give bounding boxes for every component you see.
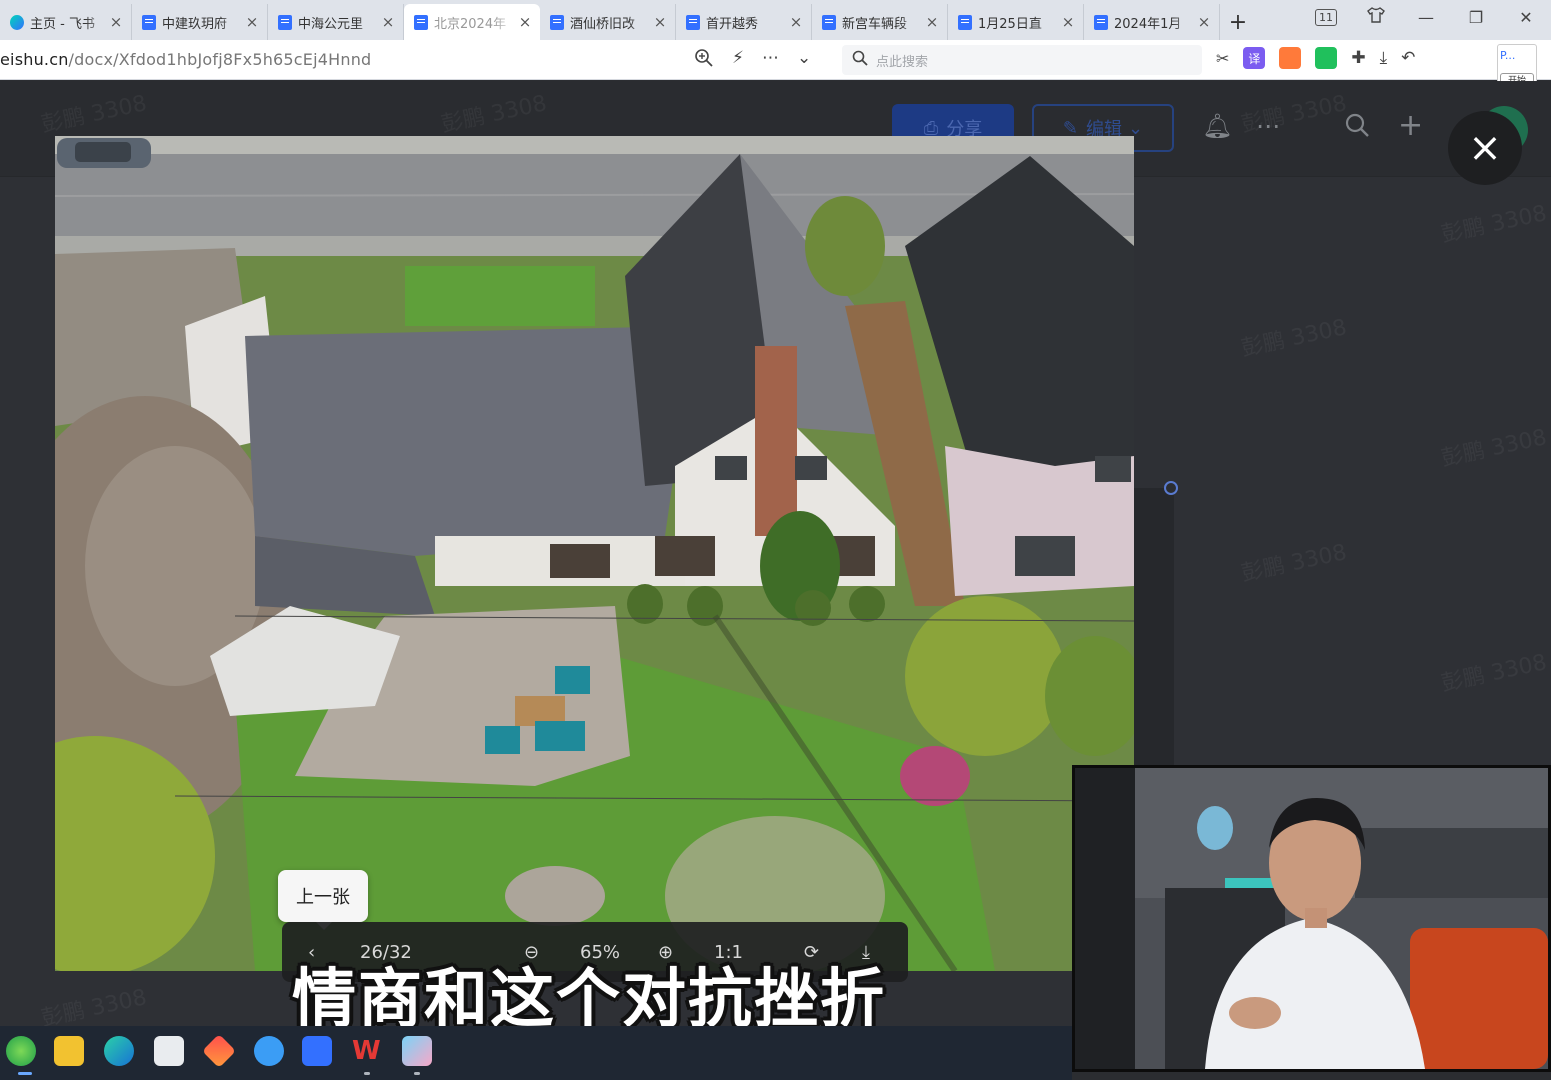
tab-title: 北京2024年 — [434, 16, 507, 32]
image-viewer-app-icon[interactable] — [402, 1036, 432, 1066]
download-icon[interactable]: ⤓ — [1380, 48, 1388, 68]
tab-title: 主页 - 飞书 — [30, 16, 95, 32]
running-indicator — [414, 1072, 420, 1075]
tab-title: 酒仙桥旧改 — [570, 16, 636, 32]
restore-icon[interactable]: ❐ — [1451, 8, 1501, 27]
chat-extension-icon[interactable] — [1315, 47, 1338, 69]
tab-close-icon[interactable]: × — [518, 15, 532, 30]
doc-icon — [414, 14, 428, 30]
more-icon[interactable]: ⋯ — [1256, 112, 1280, 140]
url-path: /docx/Xfdod1hbJofj8Fx5h65cEj4Hnnd — [68, 50, 372, 69]
extension-toolbar: ✂ 译 ✚ ⤓ ↶ — [1216, 47, 1415, 69]
tab-title: 中建玖玥府 — [162, 16, 228, 32]
address-bar: eishu.cn/docx/Xfdod1hbJofj8Fx5h65cEj4Hnn… — [0, 40, 1551, 80]
tab-close-icon[interactable]: × — [245, 15, 259, 30]
help-app-icon[interactable] — [254, 1036, 284, 1066]
tab-close-icon[interactable]: × — [109, 15, 123, 30]
os-taskbar: W — [0, 1026, 1072, 1080]
search-icon — [852, 50, 868, 70]
chevron-down-icon[interactable]: ⌄ — [797, 48, 811, 73]
resize-handle[interactable] — [1164, 481, 1178, 495]
add-icon[interactable]: + — [1398, 108, 1423, 143]
shirt-skin-icon[interactable] — [1351, 6, 1401, 28]
presenter-illustration — [1075, 768, 1548, 1069]
tab-close-icon[interactable]: × — [1197, 15, 1211, 30]
url-field[interactable]: eishu.cn/docx/Xfdod1hbJofj8Fx5h65cEj4Hnn… — [0, 50, 371, 69]
aerial-house-photo[interactable] — [55, 136, 1134, 971]
wps-app-icon[interactable]: W — [352, 1036, 382, 1066]
browser-app-icon[interactable] — [6, 1036, 36, 1066]
more-icon[interactable]: ⋯ — [762, 48, 779, 73]
tab-title: 首开越秀 — [706, 16, 759, 32]
running-indicator — [364, 1072, 370, 1075]
store-app-icon[interactable] — [154, 1036, 184, 1066]
minimize-icon[interactable]: — — [1401, 8, 1451, 27]
tab-home[interactable]: 主页 - 飞书 × — [0, 4, 132, 40]
search-input[interactable]: 点此搜索 — [842, 45, 1202, 75]
edge-browser-icon[interactable] — [104, 1036, 134, 1066]
tab-title: 新宫车辆段 — [842, 16, 908, 32]
puzzle-icon[interactable]: ✚ — [1351, 48, 1365, 68]
url-host: eishu.cn — [0, 50, 69, 69]
bell-icon[interactable]: 🔔︎ — [1202, 112, 1232, 140]
prev-image-tooltip: 上一张 — [278, 870, 368, 930]
tab-close-icon[interactable]: × — [789, 15, 803, 30]
tab-title: 中海公元里 — [298, 16, 364, 32]
selection-edge — [1134, 481, 1178, 768]
window-controls: 11 — ❐ ✕ — [1301, 0, 1551, 34]
lightning-icon[interactable]: ⚡ — [732, 48, 744, 73]
photo-illustration — [55, 136, 1134, 971]
tab-document[interactable]: 1月25日直 × — [948, 4, 1084, 40]
tab-document-active[interactable]: 北京2024年 × — [404, 4, 540, 40]
doc-icon — [142, 14, 156, 30]
red-diamond-app-icon[interactable] — [202, 1034, 236, 1068]
tab-title: 1月25日直 — [978, 16, 1042, 32]
close-icon: × — [1468, 125, 1502, 171]
search-icon[interactable] — [1344, 112, 1370, 144]
tab-close-icon[interactable]: × — [653, 15, 667, 30]
running-indicator — [18, 1072, 32, 1075]
translate-extension-icon[interactable]: 译 — [1243, 47, 1266, 69]
tab-close-icon[interactable]: × — [925, 15, 939, 30]
doc-icon — [278, 14, 292, 30]
close-viewer-button[interactable]: × — [1448, 111, 1522, 185]
tab-document[interactable]: 2024年1月 × — [1084, 4, 1220, 40]
file-explorer-icon[interactable] — [54, 1036, 84, 1066]
search-placeholder: 点此搜索 — [876, 54, 929, 70]
tab-title: 2024年1月 — [1114, 16, 1182, 32]
scissors-icon[interactable]: ✂ — [1216, 49, 1229, 68]
game-extension-icon[interactable] — [1279, 47, 1302, 69]
doc-icon — [958, 14, 972, 30]
tab-document[interactable]: 酒仙桥旧改 × — [540, 4, 676, 40]
tab-document[interactable]: 首开越秀 × — [676, 4, 812, 40]
doc-icon — [822, 14, 836, 30]
address-actions: ⚡ ⋯ ⌄ — [694, 48, 811, 73]
webcam-overlay — [1072, 765, 1551, 1072]
new-tab-button[interactable]: + — [1220, 4, 1256, 40]
doc-icon — [1094, 14, 1108, 30]
undo-icon[interactable]: ↶ — [1401, 48, 1415, 68]
tab-document[interactable]: 新宫车辆段 × — [812, 4, 948, 40]
tab-strip: 主页 - 飞书 × 中建玖玥府 × 中海公元里 × 北京2024年 × 酒仙桥旧… — [0, 0, 1551, 40]
feishu-app-icon[interactable] — [302, 1036, 332, 1066]
profile-label: P... — [1500, 49, 1516, 62]
close-window-icon[interactable]: ✕ — [1501, 8, 1551, 27]
tab-close-icon[interactable]: × — [1061, 15, 1075, 30]
tab-document[interactable]: 中海公元里 × — [268, 4, 404, 40]
doc-icon — [550, 14, 564, 30]
tab-counter-icon[interactable]: 11 — [1315, 8, 1337, 26]
doc-icon — [686, 14, 700, 30]
zoom-icon[interactable] — [694, 48, 714, 73]
tab-document[interactable]: 中建玖玥府 × — [132, 4, 268, 40]
feishu-logo-icon — [10, 14, 24, 30]
tab-close-icon[interactable]: × — [381, 15, 395, 30]
